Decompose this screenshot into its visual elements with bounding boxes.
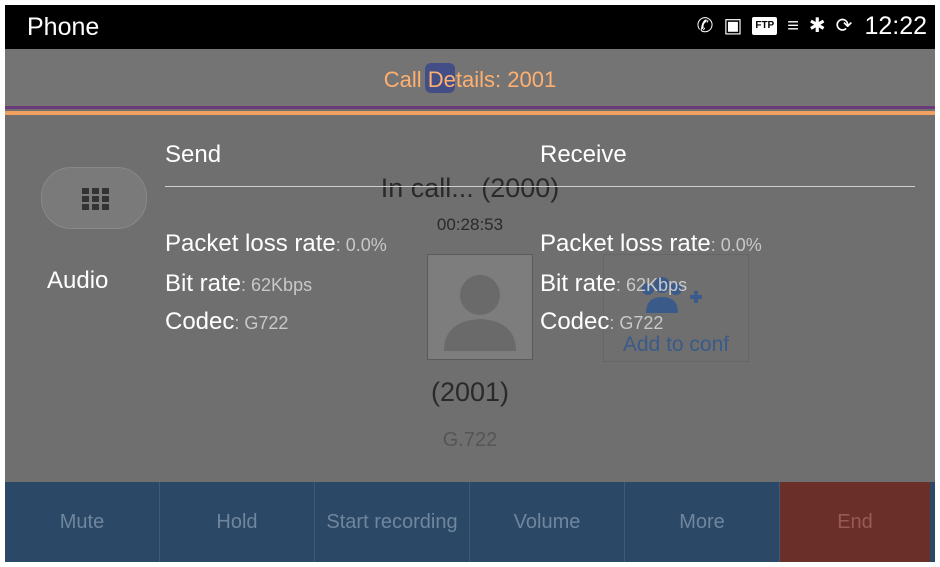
send-bit-rate: Bit rate: 62Kbps (165, 270, 312, 298)
dialog-title: Call Details: 2001 (383, 67, 557, 92)
ftp-icon: FTP (752, 17, 778, 35)
image-icon: ▣ (723, 15, 743, 37)
status-bar: Phone ✆ ▣ FTP ≡ ✱ ⟳ 12:22 (5, 5, 935, 49)
usb-icon: ≡ (787, 15, 799, 37)
title-divider (5, 106, 935, 109)
caller-number: (2001) (430, 377, 510, 407)
add-to-conf-label: Add to conf (622, 333, 730, 356)
audio-row-label: Audio (47, 267, 109, 294)
caller-avatar (427, 254, 533, 360)
receive-header: Receive (540, 141, 627, 168)
receive-bit-rate: Bit rate: 62Kbps (540, 270, 687, 298)
mute-button[interactable]: Mute (5, 482, 160, 562)
send-codec: Codec: G722 (165, 308, 288, 336)
app-name: Phone (27, 13, 100, 41)
send-loss-value: : 0.0% (335, 235, 387, 255)
caller-codec: G.722 (442, 429, 498, 451)
clock: 12:22 (864, 11, 927, 40)
details-divider (165, 186, 915, 187)
call-status: In call... (2000) (380, 173, 560, 203)
call-action-bar: Mute Hold Start recording Volume More En… (5, 482, 935, 562)
send-loss-rate: Packet loss rate: 0.0% (165, 230, 387, 258)
volume-button[interactable]: Volume (470, 482, 625, 562)
call-active-icon: ✆ (696, 15, 714, 37)
receive-codec-value: : G722 (609, 313, 664, 333)
person-icon (444, 275, 516, 351)
receive-loss-rate: Packet loss rate: 0.0% (540, 230, 762, 258)
send-header: Send (165, 141, 222, 168)
title-accent-line (5, 111, 935, 115)
send-bitrate-value: : 62Kbps (241, 275, 313, 295)
receive-codec-label: Codec (540, 308, 610, 335)
receive-loss-value: : 0.0% (710, 235, 762, 255)
send-codec-label: Codec (165, 308, 235, 335)
receive-bitrate-value: : 62Kbps (616, 275, 688, 295)
sync-icon: ⟳ (835, 15, 853, 37)
send-codec-value: : G722 (234, 313, 289, 333)
end-call-button[interactable]: End (780, 482, 930, 562)
more-button[interactable]: More (625, 482, 780, 562)
receive-bitrate-label: Bit rate (540, 270, 617, 297)
send-loss-label: Packet loss rate (165, 230, 336, 257)
call-timer: 00:28:53 (436, 215, 504, 234)
start-recording-button[interactable]: Start recording (315, 482, 470, 562)
phone-screen: Phone ✆ ▣ FTP ≡ ✱ ⟳ 12:22 Call Details: … (5, 5, 935, 562)
receive-loss-label: Packet loss rate (540, 230, 711, 257)
status-icons: ✆ ▣ FTP ≡ ✱ ⟳ 12:22 (697, 11, 927, 41)
receive-codec: Codec: G722 (540, 308, 663, 336)
send-bitrate-label: Bit rate (165, 270, 242, 297)
bluetooth-icon: ✱ (808, 15, 826, 37)
hold-button[interactable]: Hold (160, 482, 315, 562)
